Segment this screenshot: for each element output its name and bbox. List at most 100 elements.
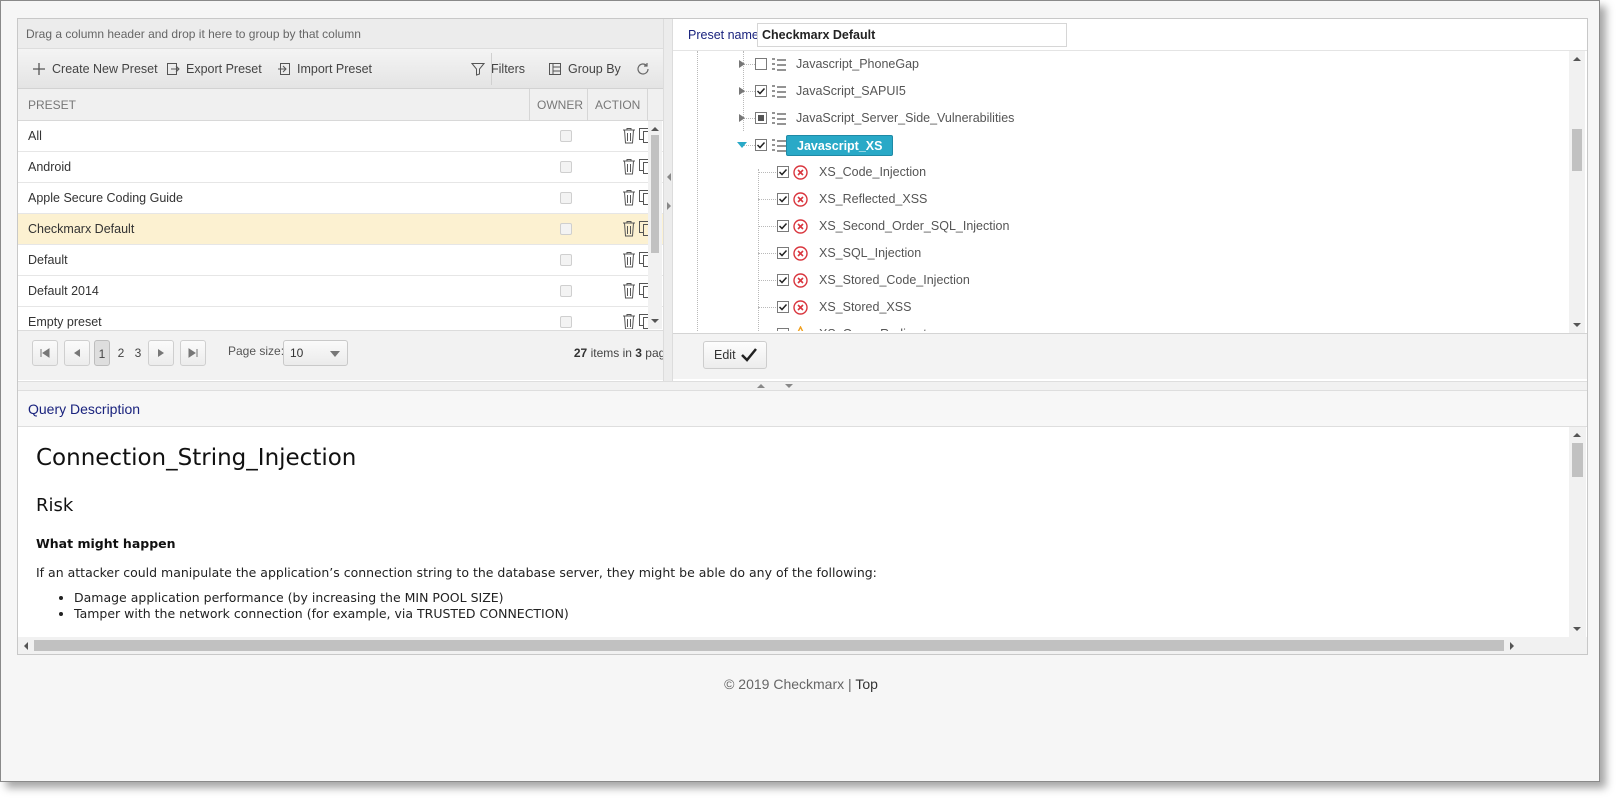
- collapse-left-icon[interactable]: [665, 172, 673, 182]
- high-severity-icon: [793, 165, 808, 180]
- expand-arrow-icon[interactable]: [737, 59, 747, 69]
- top-link[interactable]: Top: [855, 676, 878, 692]
- next-page-button[interactable]: [148, 340, 174, 366]
- create-new-preset-button[interactable]: Create New Preset: [32, 49, 158, 89]
- presets-grid: Drag a column header and drop it here to…: [18, 19, 690, 381]
- grid-scrollbar[interactable]: [648, 121, 662, 329]
- page-2-button[interactable]: 2: [114, 340, 128, 366]
- trash-icon[interactable]: [622, 158, 636, 175]
- description-horizontal-scrollbar[interactable]: [18, 637, 1587, 654]
- tree-checkbox[interactable]: [755, 58, 767, 70]
- group-drop-area[interactable]: Drag a column header and drop it here to…: [18, 19, 690, 49]
- scroll-down-arrow-icon[interactable]: [1569, 319, 1585, 331]
- tree-checkbox-checked[interactable]: [777, 220, 789, 232]
- collapse-arrow-icon[interactable]: [736, 140, 748, 150]
- trash-icon[interactable]: [622, 282, 636, 299]
- table-row[interactable]: Default: [18, 245, 670, 276]
- tree-checkbox-checked[interactable]: [777, 247, 789, 259]
- tree-leaf-query[interactable]: XS_Second_Order_SQL_Injection: [673, 213, 1569, 240]
- group-by-button[interactable]: Group By: [548, 49, 621, 89]
- checkmark-icon: [778, 168, 788, 176]
- tree-checkbox-checked[interactable]: [777, 166, 789, 178]
- funnel-icon: [471, 63, 485, 76]
- table-row[interactable]: Apple Secure Coding Guide: [18, 183, 670, 214]
- column-header-action[interactable]: ACTION: [587, 89, 640, 121]
- refresh-icon: [637, 63, 649, 75]
- scroll-down-arrow-icon[interactable]: [648, 315, 662, 327]
- refresh-button[interactable]: [636, 49, 650, 89]
- table-row[interactable]: Android: [18, 152, 670, 183]
- tree-checkbox-checked[interactable]: [755, 139, 767, 151]
- scroll-thumb[interactable]: [1572, 443, 1583, 477]
- tree-leaf-query[interactable]: XS_SQL_Injection: [673, 240, 1569, 267]
- checkmark-icon: [778, 303, 788, 311]
- tree-checkbox-partial[interactable]: [755, 112, 767, 124]
- tree-node-javascript-phonegap[interactable]: Javascript_PhoneGap: [673, 51, 1569, 78]
- scroll-up-arrow-icon[interactable]: [1569, 429, 1585, 441]
- table-row[interactable]: Default 2014: [18, 276, 670, 307]
- scroll-thumb[interactable]: [651, 135, 659, 253]
- scroll-left-arrow-icon[interactable]: [20, 638, 32, 654]
- first-page-button[interactable]: [32, 340, 58, 366]
- tree-leaf-query[interactable]: XS_Code_Injection: [673, 159, 1569, 186]
- tree-node-javascript-sapui5[interactable]: JavaScript_SAPUI5: [673, 78, 1569, 105]
- scroll-up-arrow-icon[interactable]: [1569, 53, 1585, 65]
- tree-node-javascript-xs[interactable]: Javascript_XS: [673, 132, 1569, 159]
- scroll-right-arrow-icon[interactable]: [1506, 638, 1518, 654]
- tree-node-javascript-server-side[interactable]: JavaScript_Server_Side_Vulnerabilities: [673, 105, 1569, 132]
- trash-icon[interactable]: [622, 189, 636, 206]
- copyright-text: © 2019 Checkmarx: [724, 676, 845, 692]
- scroll-thumb[interactable]: [34, 640, 1504, 651]
- tree-checkbox-checked[interactable]: [777, 274, 789, 286]
- expand-right-icon[interactable]: [665, 201, 673, 211]
- filters-button[interactable]: Filters: [471, 49, 525, 89]
- next-page-icon: [158, 349, 164, 357]
- tree-node-label: JavaScript_Server_Side_Vulnerabilities: [796, 111, 1015, 125]
- import-preset-button[interactable]: Import Preset: [277, 49, 372, 89]
- collapse-up-icon[interactable]: [756, 382, 766, 390]
- trash-icon[interactable]: [622, 251, 636, 268]
- expand-down-icon[interactable]: [784, 382, 794, 390]
- page-size-select[interactable]: 10: [283, 340, 348, 366]
- horizontal-splitter[interactable]: [18, 381, 1587, 391]
- export-preset-button[interactable]: Export Preset: [166, 49, 262, 89]
- page-3-button[interactable]: 3: [131, 340, 145, 366]
- scroll-thumb[interactable]: [1572, 129, 1582, 171]
- preset-name-input[interactable]: Checkmarx Default: [757, 23, 1067, 47]
- trash-icon[interactable]: [622, 127, 636, 144]
- preset-name: Default 2014: [28, 284, 99, 298]
- tree-checkbox-checked[interactable]: [777, 301, 789, 313]
- tree-checkbox-checked[interactable]: [755, 85, 767, 97]
- trash-icon[interactable]: [622, 220, 636, 237]
- tree-leaf-label: XS_Reflected_XSS: [819, 192, 928, 206]
- table-row-selected[interactable]: Checkmarx Default: [18, 214, 670, 245]
- tree-leaf-query[interactable]: XS_Stored_Code_Injection: [673, 267, 1569, 294]
- column-header-owner[interactable]: OWNER: [529, 89, 583, 121]
- last-page-icon: [188, 348, 198, 358]
- tree-checkbox-checked[interactable]: [777, 193, 789, 205]
- last-page-button[interactable]: [180, 340, 206, 366]
- edit-button[interactable]: Edit: [703, 341, 767, 369]
- tree-scrollbar[interactable]: [1569, 51, 1585, 333]
- description-scrollbar[interactable]: [1569, 427, 1586, 637]
- page-size-label: Page size:: [228, 344, 285, 358]
- preset-manager-panel: Drag a column header and drop it here to…: [17, 18, 1588, 655]
- scroll-down-arrow-icon[interactable]: [1569, 623, 1585, 635]
- table-row[interactable]: Empty preset: [18, 307, 670, 329]
- tree-leaf-query[interactable]: XS_Reflected_XSS: [673, 186, 1569, 213]
- expand-arrow-icon[interactable]: [737, 86, 747, 96]
- tree-leaf-query[interactable]: XS_Open_Redirect: [673, 321, 1569, 331]
- page-1-button[interactable]: 1: [94, 340, 110, 366]
- trash-icon[interactable]: [622, 313, 636, 329]
- previous-page-button[interactable]: [64, 340, 90, 366]
- tree-checkbox-checked[interactable]: [777, 328, 789, 331]
- high-severity-icon: [793, 192, 808, 207]
- table-row[interactable]: All: [18, 121, 670, 152]
- expand-arrow-icon[interactable]: [737, 113, 747, 123]
- filters-label: Filters: [491, 62, 526, 76]
- tree-leaf-query[interactable]: XS_Stored_XSS: [673, 294, 1569, 321]
- column-header-preset[interactable]: PRESET: [20, 89, 76, 121]
- scroll-up-arrow-icon[interactable]: [648, 123, 662, 135]
- vertical-splitter[interactable]: [663, 19, 673, 381]
- preset-name: Apple Secure Coding Guide: [28, 191, 183, 205]
